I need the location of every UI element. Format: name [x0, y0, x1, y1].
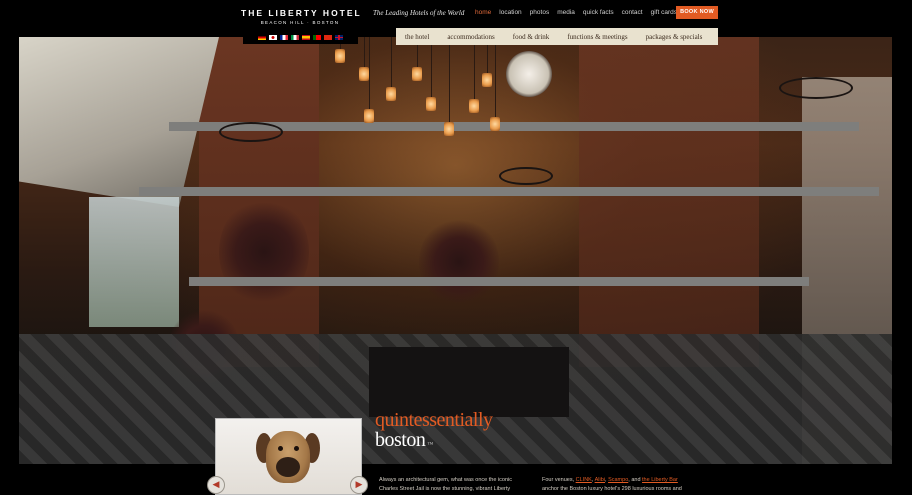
- italian-flag-icon[interactable]: [291, 34, 299, 40]
- nav-gift-cards[interactable]: gift cards: [651, 9, 677, 16]
- photo-carousel[interactable]: [215, 418, 362, 495]
- headline-line1: quintessentially: [375, 409, 493, 431]
- lobby-bar: [369, 347, 569, 417]
- hotel-name: THE LIBERTY HOTEL: [241, 8, 362, 18]
- nav-photos[interactable]: photos: [530, 9, 550, 16]
- nav-quick-facts[interactable]: quick facts: [583, 9, 614, 16]
- venues-prefix: Four venues,: [542, 477, 576, 483]
- nav-accommodations[interactable]: accommodations: [438, 33, 503, 41]
- intro-text-column-1: Always an architectural gem, what was on…: [379, 476, 512, 494]
- spanish-flag-icon[interactable]: [302, 34, 310, 40]
- window-left: [89, 197, 179, 327]
- nav-media[interactable]: media: [557, 9, 575, 16]
- pendant-lamp: [359, 67, 369, 81]
- pendant-lamp: [444, 122, 454, 136]
- main-navigation: the hotel accommodations food & drink fu…: [396, 28, 718, 45]
- nav-home[interactable]: home: [475, 9, 491, 16]
- rose-window: [506, 51, 552, 97]
- hotel-logo[interactable]: THE LIBERTY HOTEL BEACON HILL · BOSTON: [241, 8, 362, 25]
- intro-line: Always an architectural gem, what was on…: [379, 477, 512, 483]
- nav-contact[interactable]: contact: [622, 9, 643, 16]
- chinese-flag-icon[interactable]: [324, 34, 332, 40]
- french-flag-icon[interactable]: [280, 34, 288, 40]
- chandelier-ring: [219, 122, 283, 142]
- nav-functions-meetings[interactable]: functions & meetings: [558, 33, 636, 41]
- pendant-lamp: [386, 87, 396, 101]
- nav-food-drink[interactable]: food & drink: [504, 33, 559, 41]
- balcony-lower: [189, 277, 809, 286]
- book-now-button[interactable]: BOOK NOW: [676, 6, 718, 19]
- chevron-right-icon: ▶: [355, 480, 363, 490]
- chandelier-ring: [779, 77, 853, 99]
- carousel-next-button[interactable]: ▶: [350, 476, 368, 494]
- venue-link-alibi[interactable]: Alibi: [595, 477, 605, 483]
- nav-the-hotel[interactable]: the hotel: [396, 33, 438, 41]
- balcony-middle: [139, 187, 879, 196]
- venues-line: Four venues, CLINK, Alibi, Scampo, and t…: [542, 476, 682, 485]
- venue-link-clink[interactable]: CLINK: [576, 477, 592, 483]
- chandelier-ring: [499, 167, 553, 185]
- german-flag-icon[interactable]: [258, 34, 266, 40]
- dog-eye: [278, 446, 283, 451]
- dog-eye: [294, 446, 299, 451]
- trademark: ™: [427, 442, 433, 448]
- hero-headline: quintessentially boston ™: [375, 409, 493, 456]
- hero-image: [19, 37, 892, 464]
- nav-packages-specials[interactable]: packages & specials: [637, 33, 712, 41]
- english-flag-icon[interactable]: [335, 34, 343, 40]
- nav-location[interactable]: location: [499, 9, 521, 16]
- pendant-lamp: [335, 49, 345, 63]
- portuguese-flag-icon[interactable]: [313, 34, 321, 40]
- carousel-prev-button[interactable]: ◀: [207, 476, 225, 494]
- pendant-lamp: [426, 97, 436, 111]
- hotel-location: BEACON HILL · BOSTON: [260, 20, 340, 25]
- pendant-lamp: [482, 73, 492, 87]
- chevron-left-icon: ◀: [212, 480, 220, 490]
- tree-mural-center: [419, 217, 499, 307]
- venue-link-liberty-bar[interactable]: the Liberty Bar: [642, 477, 678, 483]
- leading-hotels-logo[interactable]: The Leading Hotels of the World: [373, 9, 464, 17]
- separator: , and: [628, 477, 643, 483]
- venue-link-scampo[interactable]: Scampo: [608, 477, 628, 483]
- brick-wall-right: [579, 37, 759, 367]
- top-navigation: home location photos media quick facts c…: [475, 9, 685, 16]
- intro-text-column-2: Four venues, CLINK, Alibi, Scampo, and t…: [542, 476, 682, 494]
- headline-line2: boston ™: [375, 429, 493, 456]
- pendant-lamp: [490, 117, 500, 131]
- japanese-flag-icon[interactable]: [269, 34, 277, 40]
- dog-muzzle: [276, 457, 300, 477]
- pendant-lamp: [412, 67, 422, 81]
- pendant-lamp: [364, 109, 374, 123]
- language-selector: [243, 30, 358, 44]
- tree-mural-left: [219, 197, 309, 307]
- pendant-lamp: [469, 99, 479, 113]
- headline-boston: boston: [375, 429, 426, 451]
